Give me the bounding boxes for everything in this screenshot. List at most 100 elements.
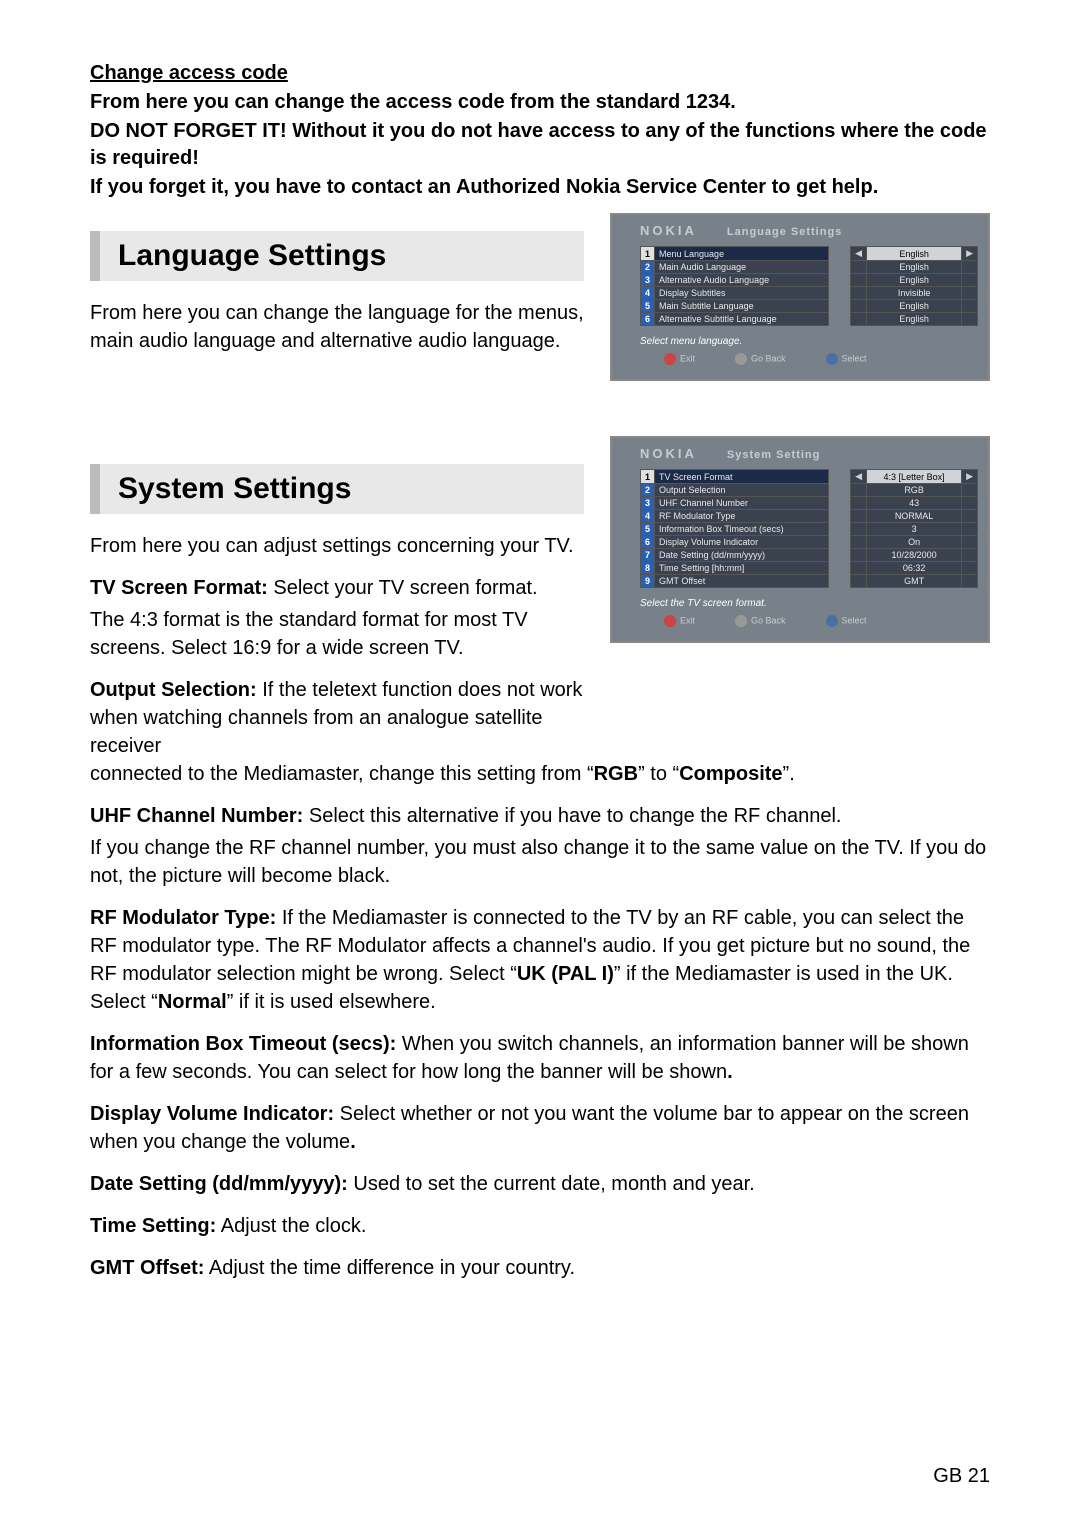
menu-row-label: Display Subtitles — [655, 287, 829, 300]
select-icon — [826, 353, 838, 365]
intro-p1: From here you can change the access code… — [90, 89, 990, 116]
language-desc: From here you can change the language fo… — [90, 299, 584, 355]
menu-row-value: English — [867, 300, 962, 313]
right-arrow-icon — [962, 523, 978, 536]
language-section: Language Settings From here you can chan… — [90, 203, 990, 381]
menu-row-value: RGB — [867, 484, 962, 497]
page-number: GB 21 — [933, 1465, 990, 1488]
system-header: System Settings — [90, 464, 584, 514]
time-para: Time Setting: Adjust the clock. — [90, 1212, 990, 1240]
intro-heading: Change access code — [90, 62, 288, 84]
composite: Composite — [679, 763, 782, 785]
right-arrow-icon — [962, 510, 978, 523]
select-label-2: Select — [842, 615, 867, 625]
menu-row-value: English — [867, 261, 962, 274]
left-arrow-icon — [851, 536, 867, 549]
uhf-para-a: UHF Channel Number: Select this alternat… — [90, 802, 990, 830]
menu-row-label: Date Setting (dd/mm/yyyy) — [655, 549, 829, 562]
exit-label: Exit — [680, 353, 695, 363]
left-arrow-icon — [851, 313, 867, 326]
left-arrow-icon — [851, 549, 867, 562]
language-screenshot: NOKIA Language Settings 1Menu Language ◀… — [610, 213, 990, 381]
left-arrow-icon — [851, 575, 867, 588]
menu-row-label: Alternative Subtitle Language — [655, 313, 829, 326]
tv-format-para: TV Screen Format: Select your TV screen … — [90, 574, 584, 602]
select-icon-2 — [826, 615, 838, 627]
uhf-label: UHF Channel Number: — [90, 805, 303, 827]
left-arrow-icon — [851, 484, 867, 497]
left-arrow-icon — [851, 261, 867, 274]
menu-row-num: 7 — [641, 549, 655, 562]
select-label: Select — [842, 353, 867, 363]
left-arrow-icon — [851, 274, 867, 287]
right-arrow-icon — [962, 562, 978, 575]
lang-menu-table: 1Menu Language ◀English▶2Main Audio Lang… — [640, 246, 978, 326]
menu-row-num: 9 — [641, 575, 655, 588]
right-arrow-icon — [962, 549, 978, 562]
normal: Normal — [158, 991, 227, 1013]
menu-row-value: 10/28/2000 — [867, 549, 962, 562]
shot-title: Language Settings — [727, 226, 842, 238]
left-arrow-icon: ◀ — [851, 470, 867, 484]
left-arrow-icon: ◀ — [851, 247, 867, 261]
vol-para: Display Volume Indicator: Select whether… — [90, 1100, 990, 1156]
menu-row-num: 2 — [641, 261, 655, 274]
right-arrow-icon: ▶ — [962, 247, 978, 261]
menu-row-value: 06:32 — [867, 562, 962, 575]
menu-row-label: Main Audio Language — [655, 261, 829, 274]
ukpal: UK (PAL I) — [517, 963, 614, 985]
menu-row-value: GMT — [867, 575, 962, 588]
menu-row-value: NORMAL — [867, 510, 962, 523]
right-arrow-icon — [962, 300, 978, 313]
menu-row-num: 4 — [641, 287, 655, 300]
system-desc: From here you can adjust settings concer… — [90, 532, 584, 560]
menu-row-label: Information Box Timeout (secs) — [655, 523, 829, 536]
menu-row-num: 6 — [641, 313, 655, 326]
date-label: Date Setting (dd/mm/yyyy): — [90, 1173, 348, 1195]
right-arrow-icon — [962, 313, 978, 326]
lang-buttons: Exit Go Back Select — [640, 353, 978, 365]
shot-brand: NOKIA — [640, 223, 697, 238]
right-arrow-icon — [962, 497, 978, 510]
gmt-para: GMT Offset: Adjust the time difference i… — [90, 1254, 990, 1282]
menu-row-value: Invisible — [867, 287, 962, 300]
output-text-b: connected to the Mediamaster, change thi… — [90, 763, 594, 785]
back-icon-2 — [735, 615, 747, 627]
menu-row-value: English — [867, 274, 962, 287]
menu-row-value: 43 — [867, 497, 962, 510]
menu-row-value: On — [867, 536, 962, 549]
left-arrow-icon — [851, 300, 867, 313]
menu-row-num: 1 — [641, 470, 655, 484]
menu-row-num: 1 — [641, 247, 655, 261]
left-arrow-icon — [851, 510, 867, 523]
back-label: Go Back — [751, 353, 786, 363]
sys-help: Select the TV screen format. — [640, 598, 978, 609]
gmt-label: GMT Offset: — [90, 1257, 204, 1279]
menu-row-num: 4 — [641, 510, 655, 523]
rf-para: RF Modulator Type: If the Mediamaster is… — [90, 904, 990, 1016]
left-arrow-icon — [851, 287, 867, 300]
intro-p3: If you forget it, you have to contact an… — [90, 174, 990, 201]
right-arrow-icon — [962, 261, 978, 274]
menu-row-num: 3 — [641, 274, 655, 287]
menu-row-label: RF Modulator Type — [655, 510, 829, 523]
menu-row-value: English — [867, 313, 962, 326]
system-screenshot: NOKIA System Setting 1TV Screen Format ◀… — [610, 436, 990, 643]
right-arrow-icon — [962, 484, 978, 497]
menu-row-num: 5 — [641, 300, 655, 313]
uhf-para-b: If you change the RF channel number, you… — [90, 834, 990, 890]
rgb: RGB — [594, 763, 638, 785]
menu-row-num: 5 — [641, 523, 655, 536]
menu-row-value: English — [867, 247, 962, 261]
menu-row-label: Alternative Audio Language — [655, 274, 829, 287]
shot-brand-2: NOKIA — [640, 446, 697, 461]
menu-row-num: 8 — [641, 562, 655, 575]
shot-title-2: System Setting — [727, 449, 820, 461]
menu-row-label: Display Volume Indicator — [655, 536, 829, 549]
output-text-d: ”. — [783, 763, 795, 785]
exit-label-2: Exit — [680, 615, 695, 625]
menu-row-label: Main Subtitle Language — [655, 300, 829, 313]
info-label: Information Box Timeout (secs): — [90, 1033, 396, 1055]
right-arrow-icon — [962, 575, 978, 588]
output-para-b: connected to the Mediamaster, change thi… — [90, 760, 990, 788]
